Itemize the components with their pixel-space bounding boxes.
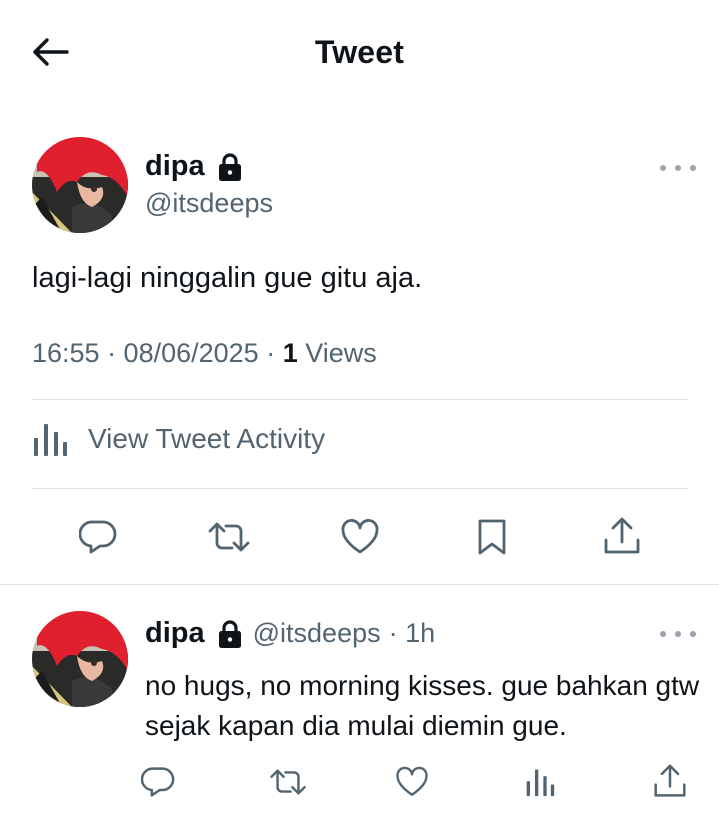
views-label: Views <box>297 338 377 368</box>
reply-button[interactable] <box>138 762 178 802</box>
reply-icon <box>79 520 117 554</box>
tweet-timestamp[interactable]: 16:55 · 08/06/2025 · <box>32 338 283 368</box>
top-bar: Tweet <box>0 0 719 105</box>
bookmark-button[interactable] <box>470 515 514 559</box>
page-title: Tweet <box>314 34 405 70</box>
view-tweet-activity-label: View Tweet Activity <box>88 423 326 454</box>
heart-icon <box>341 519 379 554</box>
more-icon[interactable] <box>660 624 696 644</box>
share-icon <box>604 517 640 554</box>
analytics-icon <box>526 769 555 797</box>
divider <box>0 584 719 585</box>
more-icon[interactable] <box>660 158 696 178</box>
retweet-button[interactable] <box>204 515 254 559</box>
retweet-icon <box>208 522 250 552</box>
author-handle[interactable]: @itsdeeps <box>145 188 273 219</box>
like-button[interactable] <box>392 762 432 802</box>
avatar[interactable] <box>32 137 128 233</box>
reply-text: no hugs, no morning kisses. gue bahkan g… <box>145 670 700 741</box>
lock-icon <box>217 152 243 182</box>
share-icon <box>654 764 686 797</box>
retweet-button[interactable] <box>266 762 310 802</box>
heart-icon <box>396 766 428 796</box>
like-button[interactable] <box>338 515 382 559</box>
tweet-meta: 16:55 · 08/06/2025 · 1 Views <box>32 338 377 369</box>
reply-author-handle[interactable]: @itsdeeps <box>253 618 381 649</box>
analytics-button[interactable] <box>520 762 560 802</box>
share-button[interactable] <box>600 513 644 559</box>
view-tweet-activity-link[interactable]: View Tweet Activity <box>32 420 325 458</box>
lock-icon <box>217 619 243 649</box>
reply-avatar[interactable] <box>32 611 128 707</box>
reply-age: · 1h <box>388 618 436 648</box>
divider <box>32 488 688 489</box>
views-count: 1 <box>282 338 298 368</box>
analytics-icon <box>34 424 67 456</box>
reply-author-name[interactable]: dipa <box>145 617 205 650</box>
reply-icon <box>141 767 175 797</box>
reply-button[interactable] <box>76 515 120 559</box>
divider <box>32 399 688 400</box>
retweet-icon <box>270 769 306 795</box>
tweet-text: lagi-lagi ninggalin gue gitu aja. <box>32 262 423 294</box>
author-name[interactable]: dipa <box>145 150 205 183</box>
share-button[interactable] <box>650 760 690 802</box>
bookmark-icon <box>478 519 506 555</box>
